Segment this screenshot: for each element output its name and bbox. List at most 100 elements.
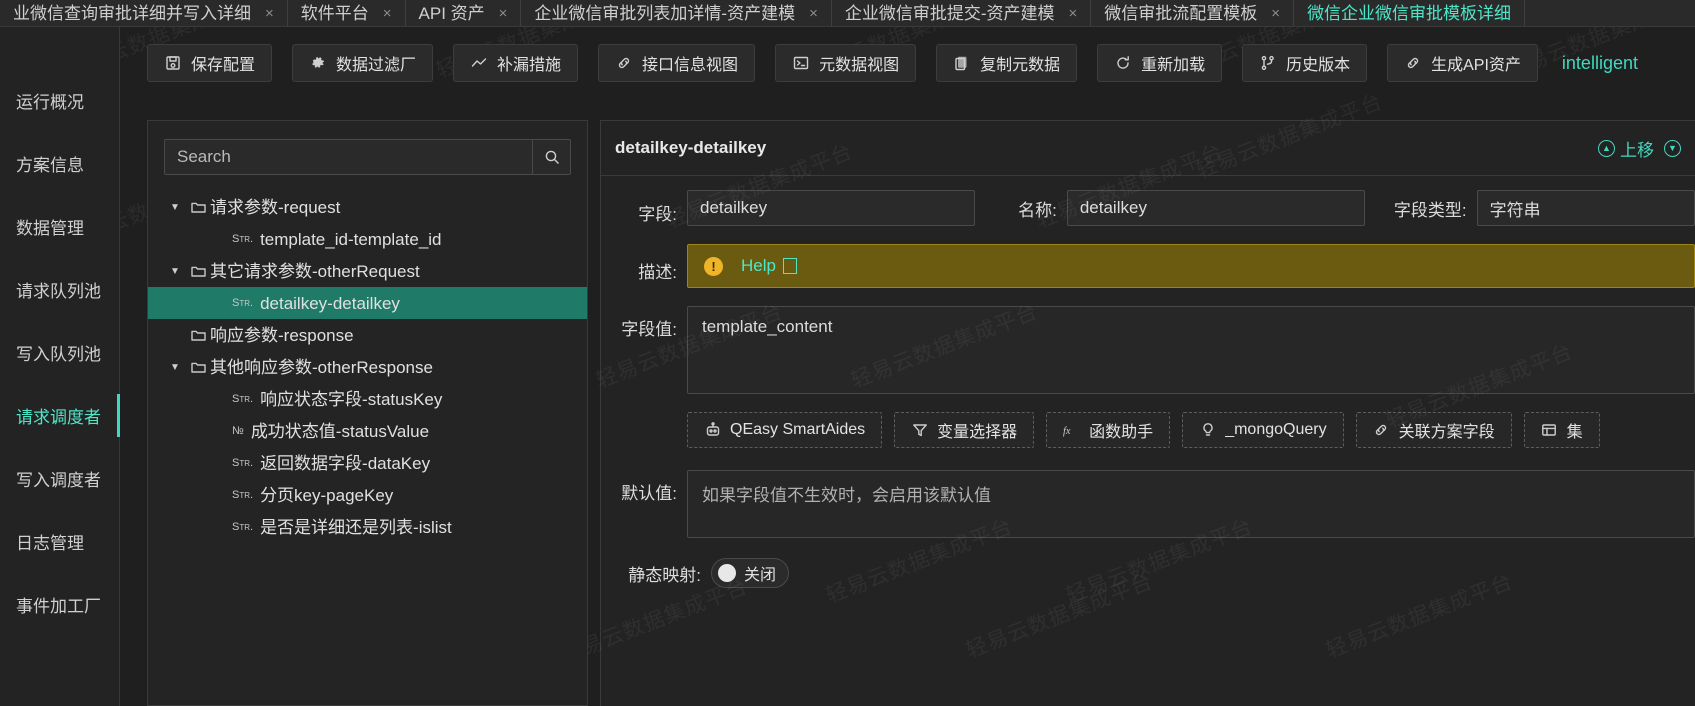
tab-label: 企业微信审批列表加详情-资产建模 [534, 3, 796, 23]
tree-node-label: 分页key-pageKey [260, 485, 394, 505]
tree-node-label: detailkey-detailkey [260, 293, 400, 313]
search-icon[interactable] [532, 140, 570, 174]
toolbar-button-label: 生成API资产 [1431, 57, 1521, 74]
intelligent-status-label: intelligent [1561, 52, 1638, 73]
toolbar-button-label: 补漏措施 [497, 57, 562, 74]
toolbar-button[interactable]: 元数据视图 [775, 44, 917, 82]
tree-folder-node[interactable]: ▼ 其它请求参数-otherRequest [148, 255, 587, 287]
browser-tab[interactable]: 企业微信审批提交-资产建模 × [832, 0, 1092, 26]
browser-tab-bar: 业微信查询审批详细并写入详细 × 软件平台 × API 资产 × 企业微信审批列表加详情-资… [0, 0, 1695, 27]
sidebar-item-label: 写入调度者 [16, 471, 101, 490]
browser-tab[interactable]: API 资产 × [406, 0, 522, 26]
browser-tab[interactable]: 微信企业微信审批模板详细 [1294, 0, 1526, 26]
sidebar-item[interactable]: 请求队列池 [0, 258, 119, 321]
caret-down-icon[interactable]: ▼ [164, 362, 186, 373]
default-value-label: 默认值: [621, 484, 677, 503]
main-toolbar: 保存配置 数据过滤厂 补漏措施 接口信息视图 元数据视图 复制元数据 重新加载 历史版本 生成A… [121, 27, 1695, 99]
help-label: Help [741, 256, 776, 275]
tree-leaf-node[interactable]: Str. 是否是详细还是列表-islist [148, 511, 587, 543]
value-helper-button[interactable]: fx 函数助手 [1046, 412, 1171, 448]
default-value-textarea[interactable]: 如果字段值不生效时，会启用该默认值 [687, 470, 1695, 538]
field-type-select[interactable]: 字符串 [1476, 190, 1695, 226]
value-helper-button[interactable]: QEasy SmartAides [687, 412, 883, 448]
toolbar-button[interactable]: 接口信息视图 [598, 44, 756, 82]
tree-node-label: 其他响应参数-otherResponse [210, 357, 433, 377]
folder-icon [186, 361, 210, 374]
close-icon[interactable]: × [499, 5, 508, 22]
static-mapping-toggle[interactable]: 关闭 [711, 558, 790, 588]
close-icon[interactable]: × [809, 5, 818, 22]
close-icon[interactable]: × [1271, 5, 1280, 22]
toolbar-button-label: 数据过滤厂 [336, 57, 417, 74]
toolbar-button[interactable]: 补漏措施 [453, 44, 579, 82]
chevron-down-icon[interactable]: ▼ [1664, 139, 1681, 157]
field-label: 字段: [638, 205, 677, 224]
toolbar-button[interactable]: 重新加载 [1097, 44, 1223, 82]
sidebar-item[interactable]: 写入队列池 [0, 321, 119, 384]
value-helper-button[interactable]: 关联方案字段 [1355, 412, 1512, 448]
toolbar-button-label: 保存配置 [191, 57, 256, 74]
sidebar-item[interactable]: 运行概况 [0, 69, 119, 132]
link-icon [1373, 422, 1390, 438]
left-sidebar-nav: 运行概况方案信息数据管理 请求队列池 写入队列池请求调度者写入调度者日志管理事件加工… [0, 27, 120, 706]
toolbar-button[interactable]: 生成API资产 [1387, 44, 1538, 82]
sidebar-item[interactable]: 数据管理 [0, 195, 119, 258]
close-icon[interactable]: × [1069, 5, 1078, 22]
detail-header-actions: ▲ 上移 ▼ [1598, 136, 1681, 161]
close-icon[interactable]: × [383, 5, 392, 22]
sidebar-item[interactable]: 写入调度者 [0, 447, 119, 510]
copy-icon [953, 55, 970, 72]
field-row: 字段: detailkey 名称: detailkey 字段类型: 字符串 [601, 190, 1695, 226]
static-mapping-row: 静态映射: 关闭 [601, 558, 1695, 588]
tree-leaf-node[interactable]: № 成功状态值-statusValue [148, 415, 587, 447]
sidebar-item[interactable]: 事件加工厂 [0, 573, 119, 636]
default-value-row: 默认值: 如果字段值不生效时，会启用该默认值 [601, 470, 1695, 538]
toolbar-button[interactable]: 数据过滤厂 [292, 44, 434, 82]
sidebar-item[interactable]: 请求调度者 [0, 384, 120, 447]
search-input[interactable] [165, 140, 532, 174]
sidebar-item[interactable]: 方案信息 [0, 132, 119, 195]
value-helper-button[interactable]: 集 [1523, 412, 1600, 448]
toolbar-button[interactable]: 历史版本 [1242, 44, 1368, 82]
tree-folder-node[interactable]: ▼ 其他响应参数-otherResponse [148, 351, 587, 383]
sidebar-item-label: 日志管理 [16, 534, 84, 553]
help-link[interactable]: Help [741, 256, 797, 276]
link-icon [615, 55, 632, 72]
sidebar-item[interactable]: 日志管理 [0, 510, 119, 573]
name-input[interactable]: detailkey [1066, 190, 1365, 226]
tree-leaf-node[interactable]: Str. detailkey-detailkey [148, 287, 587, 319]
browser-tab[interactable]: 企业微信审批列表加详情-资产建模 × [521, 0, 832, 26]
caret-down-icon[interactable]: ▼ [164, 202, 186, 213]
detail-panel-header: detailkey-detailkey ▲ 上移 ▼ [601, 121, 1695, 176]
tree-node-label: 其它请求参数-otherRequest [210, 261, 420, 281]
tree-leaf-node[interactable]: Str. 返回数据字段-dataKey [148, 447, 587, 479]
static-mapping-label: 静态映射: [628, 565, 701, 585]
browser-tab[interactable]: 微信审批流配置模板 × [1091, 0, 1295, 26]
toolbar-button-label: 重新加载 [1141, 57, 1206, 74]
tab-label: API 资产 [418, 3, 485, 23]
tree-leaf-node[interactable]: Str. template_id-template_id [148, 223, 587, 255]
value-helper-button[interactable]: _mongoQuery [1182, 412, 1344, 448]
toolbar-button-label: 接口信息视图 [642, 57, 739, 74]
parameter-tree-panel: ▼ 请求参数-request Str. template_id-template_id… [147, 120, 588, 706]
toolbar-button[interactable]: 复制元数据 [936, 44, 1078, 82]
toolbar-button[interactable]: 保存配置 [147, 44, 273, 82]
tree-leaf-node[interactable]: Str. 响应状态字段-statusKey [148, 383, 587, 415]
field-type-tag: Str. [232, 457, 254, 469]
close-icon[interactable]: × [265, 5, 274, 22]
tree-leaf-node[interactable]: Str. 分页key-pageKey [148, 479, 587, 511]
field-value-textarea[interactable]: template_content [687, 306, 1695, 394]
tree-folder-node[interactable]: ▼ 请求参数-request [148, 191, 587, 223]
browser-tab[interactable]: 软件平台 × [288, 0, 406, 26]
browser-tab[interactable]: 业微信查询审批详细并写入详细 × [0, 0, 288, 26]
tab-label: 企业微信审批提交-资产建模 [844, 3, 1055, 23]
caret-down-icon[interactable]: ▼ [164, 266, 186, 277]
tree-search-row[interactable] [164, 139, 571, 175]
move-up-button[interactable]: ▲ 上移 [1598, 136, 1654, 161]
value-helper-button[interactable]: 变量选择器 [894, 412, 1035, 448]
tree-folder-node[interactable]: 响应参数-response [148, 319, 587, 351]
sidebar-item-label: 请求调度者 [16, 408, 101, 427]
field-input[interactable]: detailkey [687, 190, 975, 226]
sidebar-item-label: 方案信息 [16, 156, 84, 175]
field-type-tag: Str. [232, 393, 254, 405]
